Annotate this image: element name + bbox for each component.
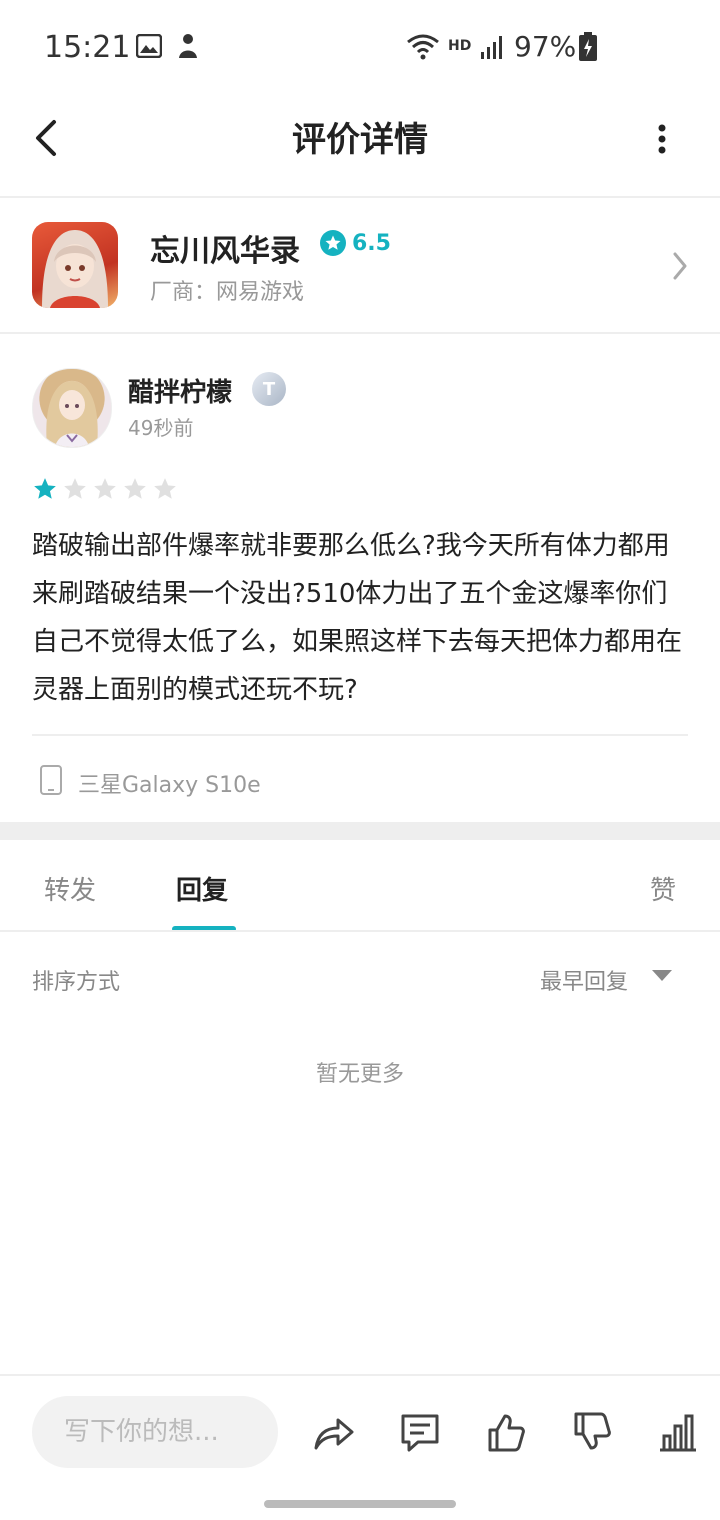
avatar[interactable]: [32, 368, 112, 448]
hd-indicator: HD: [448, 38, 472, 54]
avatar-image: [46, 381, 98, 447]
sort-dropdown[interactable]: 最早回复: [540, 964, 628, 996]
thumbs-up-icon[interactable]: [484, 1410, 528, 1454]
tab-forward[interactable]: 转发: [44, 870, 96, 907]
thumbs-down-icon[interactable]: [570, 1410, 614, 1454]
score-value: 6.5: [352, 230, 391, 256]
battery-charging-icon: [579, 32, 597, 61]
battery-percent: 97%: [514, 30, 577, 63]
signal-icon: [481, 36, 502, 59]
game-name[interactable]: 忘川风华录: [150, 226, 300, 270]
user-level-badge: T: [252, 372, 286, 406]
user-name[interactable]: 醋拌柠檬: [128, 372, 232, 409]
tabs-divider: [0, 930, 720, 932]
comment-icon[interactable]: [398, 1410, 442, 1454]
review-divider: [32, 734, 688, 736]
rating-star-icon: [154, 478, 176, 499]
review-text: 踏破输出部件爆率就非要那么低么?我今天所有体力都用来刷踏破结果一个没出?510体…: [32, 531, 683, 705]
tab-like[interactable]: 赞: [650, 870, 676, 907]
rating-star-icon: [94, 478, 116, 499]
vendor-text: 厂商：网易游戏: [150, 280, 305, 305]
home-indicator[interactable]: [264, 1500, 456, 1508]
section-separator: [0, 822, 720, 840]
page-title: 评价详情: [292, 120, 428, 160]
review-time: 49秒前: [128, 416, 194, 440]
sort-label: 排序方式: [32, 970, 121, 995]
share-icon[interactable]: [312, 1410, 356, 1454]
rating-stars: [32, 476, 178, 502]
image-notification-icon: [136, 34, 162, 58]
status-time: 15:21: [44, 30, 131, 65]
star-badge-icon: [320, 230, 346, 256]
game-icon[interactable]: [32, 222, 118, 308]
comment-input[interactable]: [32, 1396, 278, 1468]
game-score: 6.5: [320, 230, 391, 256]
empty-state-text: 暂无更多: [315, 1062, 404, 1087]
rating-star-icon: [64, 478, 86, 499]
stats-chart-icon[interactable]: [656, 1410, 700, 1454]
game-character-image: [42, 230, 108, 308]
more-vertical-icon[interactable]: [652, 122, 672, 156]
tab-reply[interactable]: 回复: [176, 870, 228, 907]
bottom-bar-divider: [0, 1374, 720, 1376]
rating-star-icon: [124, 478, 146, 499]
caret-down-icon[interactable]: [652, 970, 672, 981]
phone-icon: [40, 765, 62, 795]
card-divider: [0, 332, 720, 334]
device-name: 三星Galaxy S10e: [78, 773, 261, 798]
wifi-icon: [407, 34, 439, 60]
notification-app-icon: [179, 34, 197, 58]
chevron-right-icon[interactable]: [670, 250, 690, 282]
rating-star-icon: [34, 478, 56, 499]
